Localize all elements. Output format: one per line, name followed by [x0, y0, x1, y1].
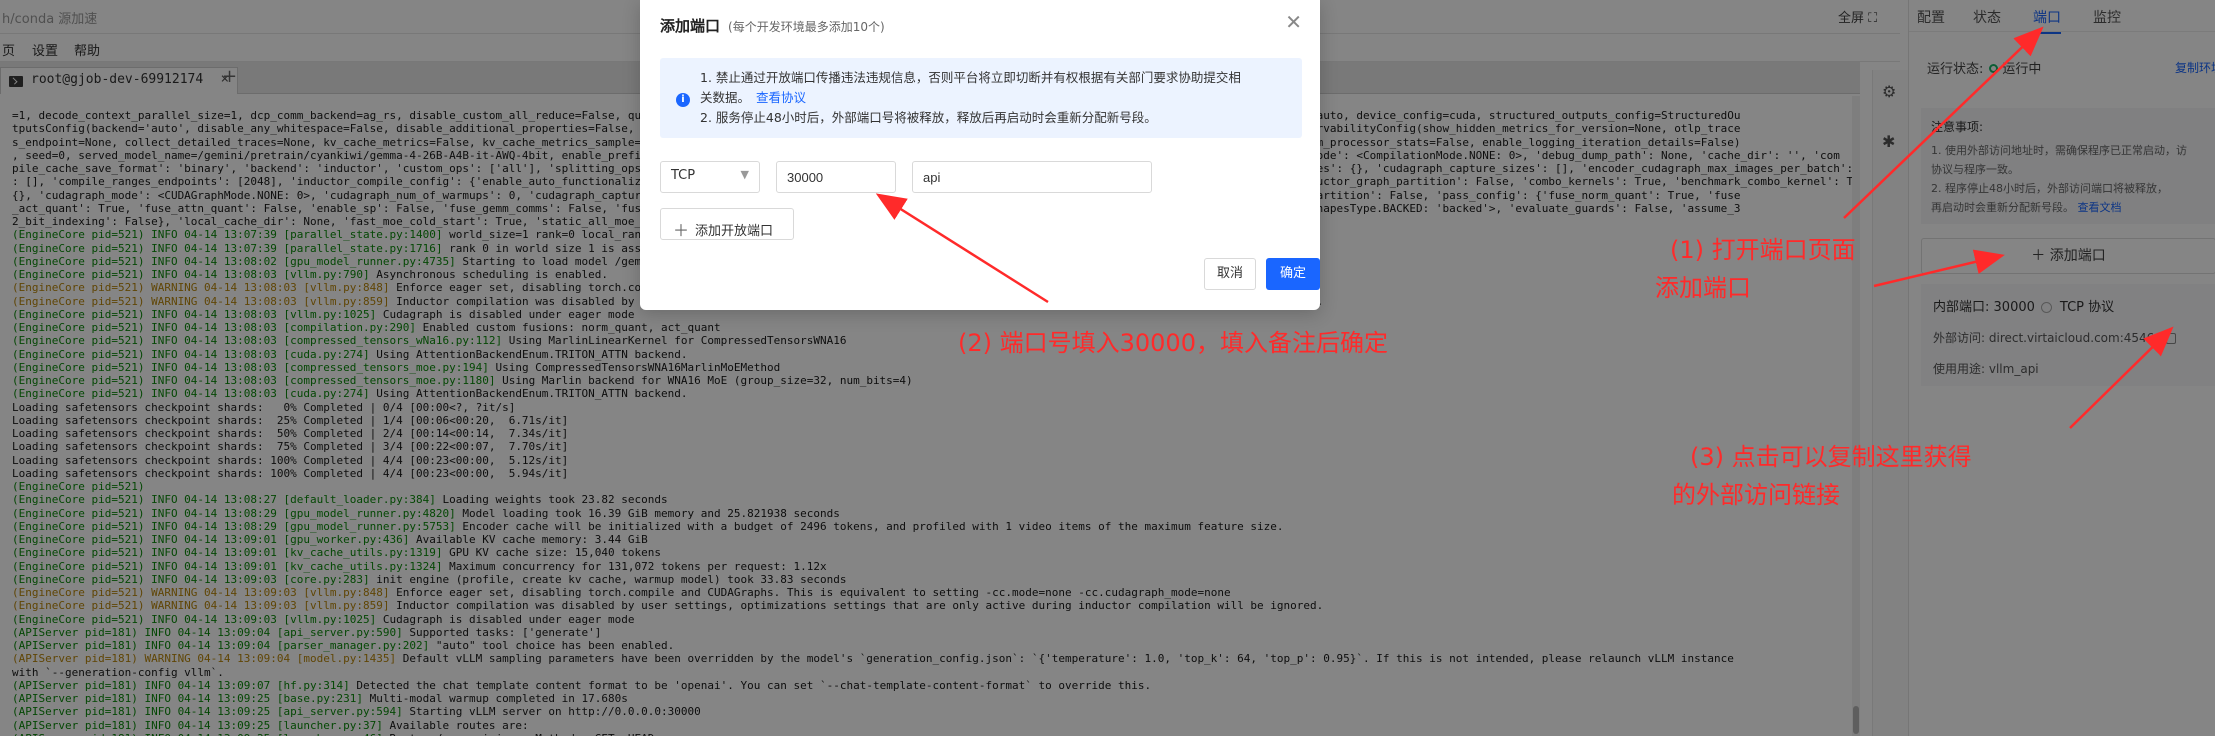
close-icon[interactable]: ✕	[1285, 10, 1302, 34]
notice-line-3: 2. 服务停止48小时后，外部端口号将被释放，释放后再启动时会重新分配新号段。	[700, 110, 1157, 125]
plus-icon: ＋	[673, 221, 690, 240]
protocol-select[interactable]: TCP ▼	[660, 161, 760, 193]
dialog-subtitle: (每个开发环境最多添加10个)	[728, 20, 885, 34]
notice-line-1: 1. 禁止通过开放端口传播违法违规信息，否则平台将立即切断并有权根据有关部门要求…	[700, 70, 1241, 85]
protocol-value: TCP	[671, 168, 696, 183]
dialog-title-text: 添加端口	[660, 17, 721, 35]
chevron-down-icon: ▼	[740, 168, 749, 181]
dialog-notice: i 1. 禁止通过开放端口传播违法违规信息，否则平台将立即切断并有权根据有关部门…	[660, 58, 1302, 138]
notice-line-2-text: 关数据。	[700, 90, 751, 105]
annotation-step3-line2: 的外部访问链接	[1672, 481, 1840, 509]
cancel-button[interactable]: 取消	[1204, 258, 1256, 290]
modal-overlay-right	[1348, 0, 2215, 736]
add-open-port-label: 添加开放端口	[695, 224, 774, 239]
annotation-step2: (2) 端口号填入30000，填入备注后确定	[958, 329, 1388, 357]
view-agreement-link[interactable]: 查看协议	[756, 90, 806, 105]
annotation-step3-line1: (3) 点击可以复制这里获得	[1690, 443, 1972, 471]
add-open-port-button[interactable]: ＋ 添加开放端口	[660, 208, 794, 240]
add-port-dialog: 添加端口 (每个开发环境最多添加10个) ✕ i 1. 禁止通过开放端口传播违法违…	[640, 0, 1320, 310]
annotation-step1-line2: 添加端口	[1655, 274, 1751, 302]
port-input[interactable]	[776, 161, 896, 193]
confirm-button[interactable]: 确定	[1266, 258, 1320, 290]
notice-line-2: 关数据。 查看协议	[700, 88, 1302, 108]
dialog-title: 添加端口 (每个开发环境最多添加10个)	[660, 15, 885, 36]
remark-input[interactable]	[912, 161, 1152, 193]
info-icon: i	[676, 93, 690, 107]
annotation-step1-line1: (1) 打开端口页面	[1670, 236, 1856, 264]
